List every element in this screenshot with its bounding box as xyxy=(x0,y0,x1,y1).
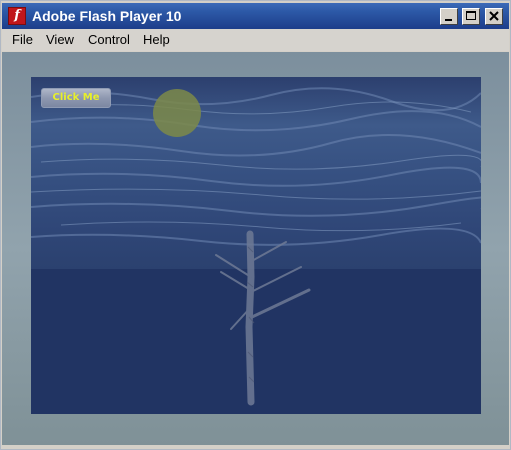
title-bar[interactable]: f Adobe Flash Player 10 xyxy=(2,3,509,29)
menu-bar: File View Control Help xyxy=(2,29,509,51)
menu-help[interactable]: Help xyxy=(143,32,170,48)
maximize-button[interactable] xyxy=(462,8,480,25)
player-client-area: Click Me xyxy=(2,52,509,445)
menu-file[interactable]: File xyxy=(12,32,33,48)
menu-control[interactable]: Control xyxy=(88,32,130,48)
moon-circle xyxy=(153,89,201,137)
scene-illustration xyxy=(31,87,481,406)
minimize-button[interactable] xyxy=(440,8,458,25)
maximize-icon xyxy=(466,11,476,20)
minimize-icon xyxy=(445,19,452,21)
click-me-button[interactable]: Click Me xyxy=(41,88,111,108)
close-button[interactable] xyxy=(485,8,503,25)
window-title: Adobe Flash Player 10 xyxy=(32,8,182,24)
flash-stage[interactable]: Click Me xyxy=(31,77,481,414)
menu-view[interactable]: View xyxy=(46,32,74,48)
flash-icon: f xyxy=(8,7,26,25)
flash-player-window: f Adobe Flash Player 10 File View Contro… xyxy=(0,0,511,450)
close-icon xyxy=(489,11,499,21)
